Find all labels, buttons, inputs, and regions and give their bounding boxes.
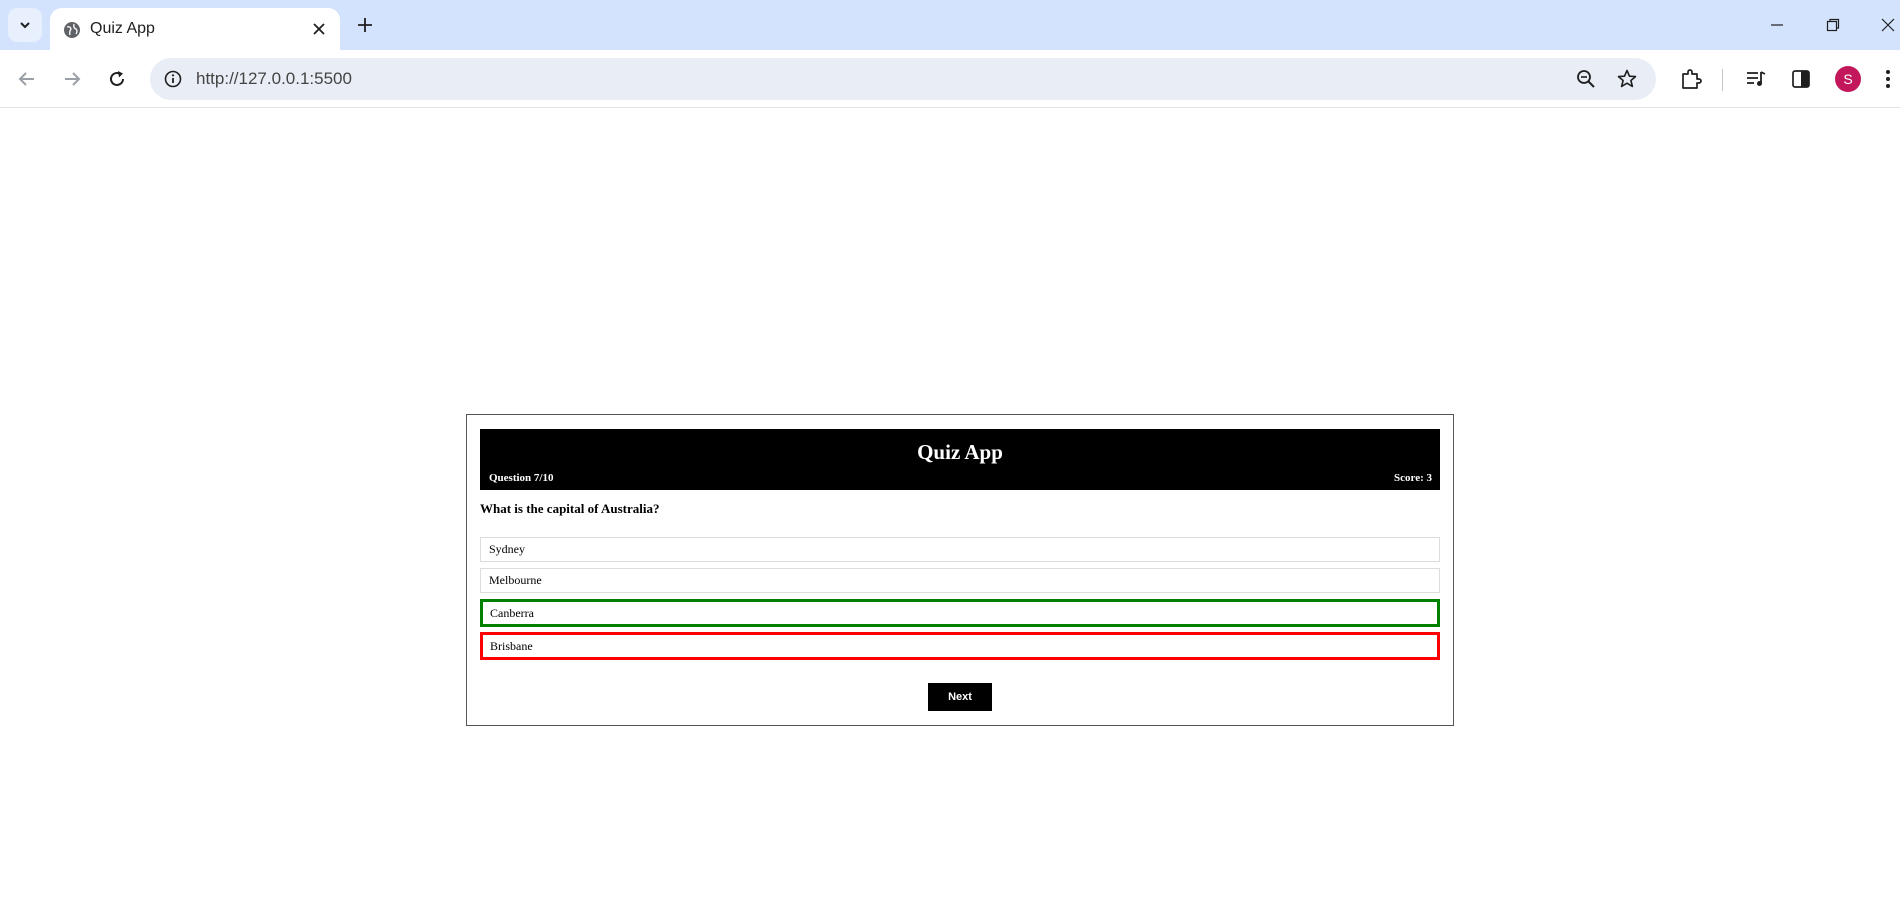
restore-button[interactable]: [1818, 10, 1848, 40]
tab-strip: Quiz App: [0, 0, 1900, 50]
zoom-button[interactable]: [1574, 67, 1598, 91]
score-display: Score: 3: [1394, 472, 1432, 484]
answer-label: Canberra: [490, 605, 534, 620]
quiz-header: Quiz App Question 7/10 Score: 3: [480, 429, 1440, 490]
tab-quiz-app[interactable]: Quiz App: [50, 8, 340, 50]
answer-option[interactable]: Sydney: [480, 537, 1440, 562]
puzzle-icon: [1682, 69, 1702, 89]
media-controls-button[interactable]: [1742, 65, 1770, 93]
kebab-menu-icon: [1886, 70, 1890, 88]
browser-toolbar: http://127.0.0.1:5500 S: [0, 50, 1900, 108]
tab-search-button[interactable]: [8, 8, 42, 42]
back-arrow-icon: [18, 72, 34, 86]
quiz-title: Quiz App: [917, 440, 1003, 464]
question-text: What is the capital of Australia?: [480, 501, 660, 516]
profile-avatar[interactable]: S: [1835, 66, 1861, 92]
answer-label: Sydney: [489, 542, 525, 556]
close-icon: [1881, 18, 1895, 32]
minimize-icon: [1771, 24, 1783, 26]
answer-option[interactable]: Melbourne: [480, 568, 1440, 593]
info-icon: [164, 70, 182, 88]
site-info-button[interactable]: [162, 68, 184, 90]
forward-arrow-icon: [65, 72, 81, 86]
side-panel-button[interactable]: [1787, 65, 1815, 93]
reload-button[interactable]: [102, 64, 132, 94]
next-button[interactable]: Next: [928, 683, 992, 711]
bookmark-button[interactable]: [1615, 67, 1639, 91]
window-close-button[interactable]: [1873, 10, 1900, 40]
new-tab-button[interactable]: [352, 12, 378, 38]
forward-button[interactable]: [57, 64, 87, 94]
zoom-out-icon: [1577, 70, 1595, 88]
answer-option-wrong[interactable]: Brisbane: [480, 632, 1440, 660]
toolbar-separator: [1722, 69, 1723, 91]
url-text[interactable]: http://127.0.0.1:5500: [196, 69, 352, 89]
extensions-button[interactable]: [1677, 65, 1705, 93]
minimize-button[interactable]: [1762, 10, 1792, 40]
quiz-container: Quiz App Question 7/10 Score: 3 What is …: [466, 414, 1454, 726]
address-bar[interactable]: http://127.0.0.1:5500: [150, 58, 1656, 100]
answer-option-correct[interactable]: Canberra: [480, 599, 1440, 627]
chevron-down-icon: [20, 22, 30, 29]
plus-icon: [358, 18, 372, 32]
globe-icon: [64, 22, 80, 38]
answer-label: Melbourne: [489, 573, 542, 587]
media-controls-icon: [1747, 71, 1766, 86]
answer-label: Brisbane: [490, 638, 533, 653]
reload-icon: [110, 71, 124, 86]
side-panel-icon: [1792, 70, 1810, 88]
question-counter: Question 7/10: [489, 472, 554, 484]
tab-close-button[interactable]: [308, 18, 330, 40]
menu-button[interactable]: [1878, 65, 1898, 93]
tab-title: Quiz App: [90, 20, 155, 37]
close-icon: [313, 23, 325, 35]
restore-icon: [1826, 18, 1840, 32]
back-button[interactable]: [12, 64, 42, 94]
star-icon: [1617, 69, 1637, 88]
